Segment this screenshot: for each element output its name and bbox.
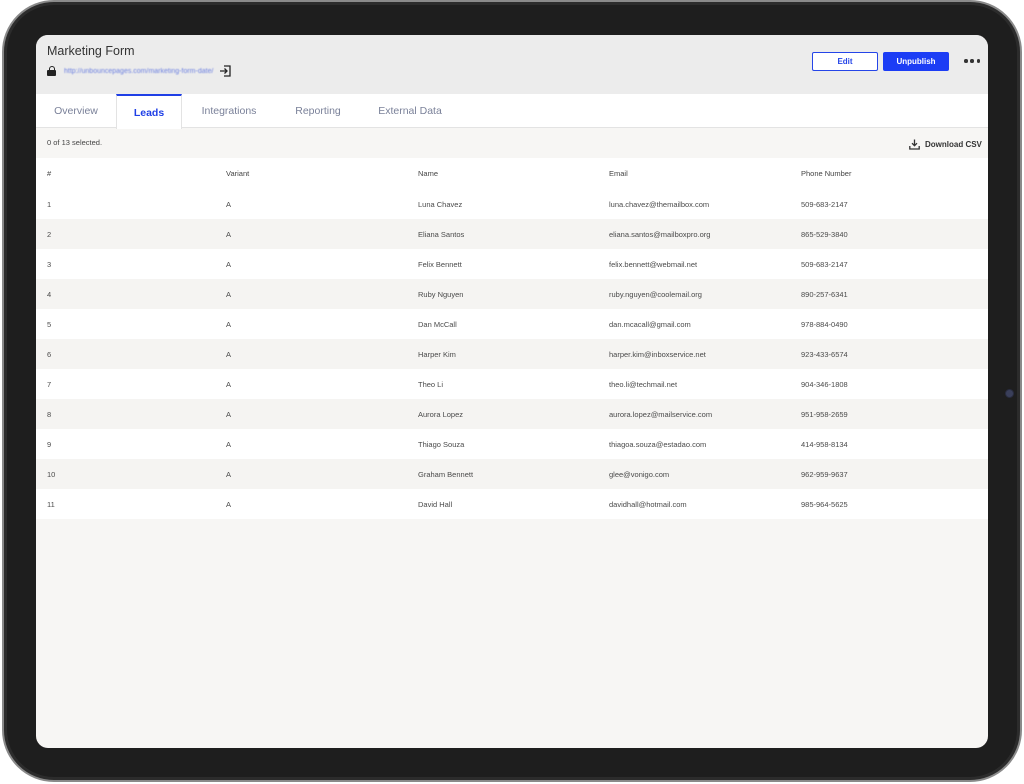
table-row[interactable]: 8 A Aurora Lopez aurora.lopez@mailservice.c…: [36, 399, 988, 429]
cell-email: felix.bennett@webmail.net: [609, 259, 698, 269]
cell-variant: A: [226, 439, 232, 449]
table-row[interactable]: 1 A Luna Chavez luna.chavez@themailbox.com 5…: [36, 189, 988, 219]
table-row[interactable]: 3 A Felix Bennett felix.bennett@webmail.net…: [36, 249, 988, 279]
cell-phone: 890-257-6341: [801, 289, 848, 299]
url-row: http://unbouncepages.com/marketing-form-…: [47, 65, 232, 77]
cell-variant: A: [226, 499, 232, 509]
table-row[interactable]: 2 A Eliana Santos eliana.santos@mailboxpro.…: [36, 219, 988, 249]
unpublish-button[interactable]: Unpublish: [883, 52, 949, 71]
cell-email: luna.chavez@themailbox.com: [609, 199, 710, 209]
column-header-variant[interactable]: Variant: [226, 169, 249, 178]
edit-button[interactable]: Edit: [812, 52, 878, 71]
cell-variant: A: [226, 259, 232, 269]
cell-variant: A: [226, 199, 232, 209]
table-row[interactable]: 9 A Thiago Souza thiagoa.souza@estadao.com 4…: [36, 429, 988, 459]
cell-phone: 904-346-1808: [801, 379, 848, 389]
page-header: Marketing Form http://unbouncepages.com/…: [36, 35, 988, 94]
cell-email: ruby.nguyen@coolemail.org: [609, 289, 702, 299]
cell-phone: 985-964-5625: [801, 499, 848, 509]
cell-name: Aurora Lopez: [418, 409, 464, 419]
cell-variant: A: [226, 319, 232, 329]
cell-name: Luna Chavez: [418, 199, 463, 209]
table-row[interactable]: 4 A Ruby Nguyen ruby.nguyen@coolemail.org 89…: [36, 279, 988, 309]
cell-email: harper.kim@inboxservice.net: [609, 349, 706, 359]
cell-name: Theo Li: [418, 379, 444, 389]
cell-email: aurora.lopez@mailservice.com: [609, 409, 713, 419]
cell-number: 4: [47, 289, 52, 299]
table-row[interactable]: 6 A Harper Kim harper.kim@inboxservice.net 9…: [36, 339, 988, 369]
cell-variant: A: [226, 379, 232, 389]
cell-number: 2: [47, 229, 52, 239]
cell-name: David Hall: [418, 499, 453, 509]
cell-phone: 962-959-9637: [801, 469, 848, 479]
tab-integrations[interactable]: Integrations: [186, 94, 272, 128]
cell-variant: A: [226, 229, 232, 239]
cell-email: eliana.santos@mailboxpro.org: [609, 229, 711, 239]
more-options-icon[interactable]: [964, 59, 980, 64]
tab-reporting[interactable]: Reporting: [281, 94, 355, 128]
cell-number: 9: [47, 439, 52, 449]
cell-email: davidhall@hotmail.com: [609, 499, 687, 509]
leads-table: # Variant Name Email Phone Number 1 A Luna…: [36, 158, 988, 519]
cell-email: dan.mcacall@gmail.com: [609, 319, 691, 329]
cell-number: 8: [47, 409, 52, 419]
cell-number: 11: [47, 499, 55, 509]
cell-number: 10: [47, 469, 56, 479]
cell-number: 1: [47, 199, 52, 209]
cell-name: Thiago Souza: [418, 439, 465, 449]
cell-name: Ruby Nguyen: [418, 289, 464, 299]
cell-name: Dan McCall: [418, 319, 457, 329]
cell-name: Eliana Santos: [418, 229, 465, 239]
column-header-number[interactable]: #: [47, 169, 51, 178]
app-screen: Marketing Form http://unbouncepages.com/…: [36, 35, 988, 748]
cell-phone: 414-958-8134: [801, 439, 848, 449]
page-url-link[interactable]: http://unbouncepages.com/marketing-form-…: [64, 68, 213, 75]
cell-name: Felix Bennett: [418, 259, 462, 269]
selection-status: 0 of 13 selected.: [47, 138, 103, 147]
cell-number: 7: [47, 379, 52, 389]
lock-icon: [47, 66, 56, 76]
cell-email: thiagoa.souza@estadao.com: [609, 439, 707, 449]
cell-phone: 865-529-3840: [801, 229, 848, 239]
cell-name: Harper Kim: [418, 349, 456, 359]
column-header-name[interactable]: Name: [418, 169, 438, 178]
cell-email: glee@vonigo.com: [609, 469, 670, 479]
table-body: 1 A Luna Chavez luna.chavez@themailbox.com 5…: [36, 189, 988, 519]
cell-variant: A: [226, 469, 232, 479]
cell-name: Graham Bennett: [418, 469, 474, 479]
cell-email: theo.li@techmail.net: [609, 379, 678, 389]
download-csv-label: Download CSV: [925, 140, 982, 149]
table-row[interactable]: 7 A Theo Li theo.li@techmail.net 904-346-180…: [36, 369, 988, 399]
cell-number: 3: [47, 259, 52, 269]
page-title: Marketing Form: [47, 44, 135, 58]
cell-phone: 509-683-2147: [801, 259, 848, 269]
cell-phone: 951-958-2659: [801, 409, 848, 419]
cell-phone: 509-683-2147: [801, 199, 848, 209]
download-icon: [909, 139, 920, 150]
tab-external-data[interactable]: External Data: [366, 94, 454, 128]
column-header-email[interactable]: Email: [609, 169, 628, 178]
tab-overview[interactable]: Overview: [36, 94, 116, 128]
table-header-row: # Variant Name Email Phone Number: [36, 158, 988, 189]
cell-number: 6: [47, 349, 52, 359]
cell-phone: 978-884-0490: [801, 319, 848, 329]
table-row[interactable]: 10 A Graham Bennett glee@vonigo.com 962-959-…: [36, 459, 988, 489]
open-link-icon[interactable]: [219, 65, 232, 77]
tab-bar: Overview Leads Integrations Reporting Ex…: [36, 94, 988, 129]
column-header-phone[interactable]: Phone Number: [801, 169, 851, 178]
cell-variant: A: [226, 349, 232, 359]
table-row[interactable]: 5 A Dan McCall dan.mcacall@gmail.com 978-884…: [36, 309, 988, 339]
cell-variant: A: [226, 289, 232, 299]
cell-variant: A: [226, 409, 232, 419]
download-csv-button[interactable]: Download CSV: [909, 139, 982, 150]
camera-dot: [1005, 389, 1014, 398]
cell-phone: 923-433-6574: [801, 349, 848, 359]
tab-leads[interactable]: Leads: [116, 94, 182, 129]
cell-number: 5: [47, 319, 52, 329]
table-row[interactable]: 11 A David Hall davidhall@hotmail.com 985-96…: [36, 489, 988, 519]
